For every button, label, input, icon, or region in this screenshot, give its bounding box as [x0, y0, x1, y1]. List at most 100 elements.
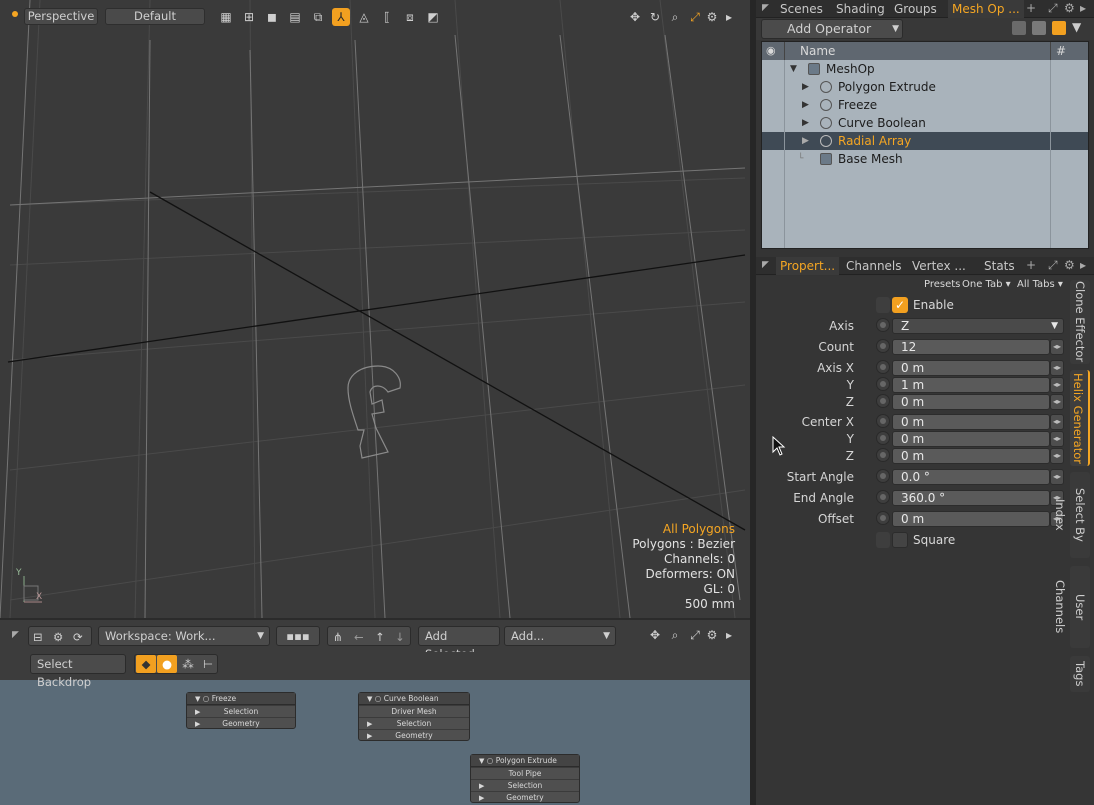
- tree-icon[interactable]: ⋔: [333, 628, 343, 646]
- center-x-field[interactable]: 0 m: [892, 414, 1050, 430]
- settings-gear-icon[interactable]: ⚙: [703, 626, 721, 644]
- viewport-menu-icon[interactable]: [12, 11, 18, 17]
- center-y-field[interactable]: 0 m: [892, 431, 1050, 447]
- bracket-icon[interactable]: ⟦: [378, 8, 396, 26]
- node-collapse-icon[interactable]: ▼: [195, 695, 200, 703]
- axis-x-field[interactable]: 0 m: [892, 360, 1050, 376]
- solid-icon[interactable]: ◼: [263, 8, 281, 26]
- axis-select[interactable]: Z ▼: [892, 318, 1064, 334]
- axis-y-anim-dot[interactable]: [876, 377, 890, 391]
- node-collapse-icon[interactable]: ▼: [367, 695, 372, 703]
- add-tab-icon[interactable]: +: [1026, 1, 1036, 15]
- fit-view-icon[interactable]: ⤢: [686, 8, 704, 26]
- layout-grid-button[interactable]: ▪▪▪: [276, 626, 320, 646]
- start-angle-stepper-icon[interactable]: ◂▸: [1050, 469, 1064, 485]
- fit-view-icon[interactable]: ⤢: [686, 626, 704, 644]
- shader-icon[interactable]: ◬: [355, 8, 373, 26]
- add-tab-icon[interactable]: +: [1026, 258, 1036, 272]
- expand-arrow-icon[interactable]: ▶: [802, 132, 809, 150]
- grid-icon[interactable]: ▦: [217, 8, 235, 26]
- visibility-eye-icon[interactable]: ◉: [766, 42, 776, 60]
- axis-y-field[interactable]: 1 m: [892, 377, 1050, 393]
- expand-arrow-icon[interactable]: ▸: [1080, 1, 1086, 15]
- schematic-view[interactable]: ◤ ⊟ ⚙ ⟳ Workspace: Work... ▼ ▪▪▪ ⋔ ← ↑ ↓…: [0, 620, 750, 805]
- axis-z-anim-dot[interactable]: [876, 394, 890, 408]
- count-anim-dot[interactable]: [876, 339, 890, 353]
- tree-row-base-mesh[interactable]: └ Base Mesh: [762, 150, 1088, 168]
- count-field[interactable]: 12: [892, 339, 1050, 355]
- axis-anim-dot[interactable]: [876, 318, 890, 332]
- move-view-icon[interactable]: ✥: [626, 8, 644, 26]
- zoom-view-icon[interactable]: ⌕: [666, 8, 684, 26]
- tree-row-polygon-extrude[interactable]: ▶ Polygon Extrude: [762, 78, 1088, 96]
- expand-icon[interactable]: ▶: [367, 730, 372, 742]
- axis-z-field[interactable]: 0 m: [892, 394, 1050, 410]
- enable-checkbox[interactable]: ✓: [892, 297, 908, 313]
- expand-arrow-icon[interactable]: ▶: [802, 114, 809, 132]
- schematic-layout-icon[interactable]: ⊟: [33, 628, 43, 646]
- side-tab-tags[interactable]: Tags: [1070, 656, 1090, 692]
- nodes-icon[interactable]: ⁂: [179, 655, 197, 673]
- end-angle-anim-dot[interactable]: [876, 490, 890, 504]
- panel-menu-icon[interactable]: ◤: [762, 3, 769, 13]
- panel-menu-icon[interactable]: ◤: [762, 260, 769, 270]
- diamond-icon[interactable]: ◆: [136, 655, 156, 673]
- expand-arrow-icon[interactable]: ▸: [720, 8, 738, 26]
- list-icon[interactable]: [1032, 21, 1046, 35]
- add-selected-button[interactable]: Add Selected: [418, 626, 500, 661]
- node-collapse-icon[interactable]: ▼: [479, 757, 484, 765]
- expand-arrow-icon[interactable]: ▶: [802, 78, 809, 96]
- axis-x-stepper-icon[interactable]: ◂▸: [1050, 360, 1064, 376]
- tree-row-curve-boolean[interactable]: ▶ Curve Boolean: [762, 114, 1088, 132]
- collapse-arrow-icon[interactable]: ▼: [790, 60, 797, 78]
- center-x-anim-dot[interactable]: [876, 414, 890, 428]
- folder-icon[interactable]: [1012, 21, 1026, 35]
- filter-icon[interactable]: ▼: [1072, 20, 1081, 34]
- select-backdrop-button[interactable]: Select Backdrop: [30, 654, 126, 689]
- axis-x-anim-dot[interactable]: [876, 360, 890, 374]
- tab-groups[interactable]: Groups: [890, 0, 941, 18]
- arrow-left-icon[interactable]: ←: [354, 628, 364, 646]
- count-stepper-icon[interactable]: ◂▸: [1050, 339, 1064, 355]
- schematic-gear-icon[interactable]: ⚙: [53, 628, 63, 646]
- enable-anim-dot[interactable]: [876, 297, 890, 313]
- 3d-viewport[interactable]: Perspective Default ▦ ⊞ ◼ ▤ ⧉ ⅄ ◬ ⟦ ⧈ ◩ …: [0, 0, 750, 618]
- one-tab-menu[interactable]: One Tab ▾: [962, 279, 1011, 290]
- offset-field[interactable]: 0 m: [892, 511, 1050, 527]
- layers-icon[interactable]: [1052, 21, 1066, 35]
- expand-arrow-icon[interactable]: ▸: [720, 626, 738, 644]
- shading-preset-button[interactable]: Default: [105, 8, 205, 25]
- box-icon[interactable]: ⧉: [309, 8, 327, 26]
- start-angle-anim-dot[interactable]: [876, 469, 890, 483]
- schematic-menu-icon[interactable]: ◤: [12, 630, 19, 640]
- arrow-down-icon[interactable]: ↓: [395, 628, 405, 646]
- tree-row-meshop[interactable]: ▼ MeshOp: [762, 60, 1088, 78]
- view-mode-button[interactable]: Perspective: [24, 8, 98, 25]
- center-z-stepper-icon[interactable]: ◂▸: [1050, 448, 1064, 464]
- node-curve-boolean[interactable]: ▼ ○ Curve Boolean Driver Mesh ▶ Selection…: [358, 692, 470, 741]
- expand-arrow-icon[interactable]: ▸: [1080, 258, 1086, 272]
- zoom-view-icon[interactable]: ⌕: [666, 626, 684, 644]
- center-z-anim-dot[interactable]: [876, 448, 890, 462]
- settings-gear-icon[interactable]: ⚙: [1064, 258, 1075, 272]
- move-view-icon[interactable]: ✥: [646, 626, 664, 644]
- center-y-anim-dot[interactable]: [876, 431, 890, 445]
- square-checkbox[interactable]: [892, 532, 908, 548]
- node-polygon-extrude[interactable]: ▼ ○ Polygon Extrude Tool Pipe ▶ Selection…: [470, 754, 580, 803]
- line-icon[interactable]: ⊢: [199, 655, 217, 673]
- axis-icon[interactable]: ⅄: [332, 8, 350, 26]
- settings-gear-icon[interactable]: ⚙: [703, 8, 721, 26]
- expand-icon[interactable]: ▶: [195, 718, 200, 730]
- tree-row-freeze[interactable]: ▶ Freeze: [762, 96, 1088, 114]
- tree-row-radial-array[interactable]: ▶ Radial Array: [762, 132, 1088, 150]
- workspace-dropdown[interactable]: Workspace: Work... ▼: [98, 626, 270, 646]
- offset-anim-dot[interactable]: [876, 511, 890, 525]
- side-tab-select-by-index[interactable]: Select By Index: [1053, 472, 1090, 558]
- center-z-field[interactable]: 0 m: [892, 448, 1050, 464]
- hash-column-header[interactable]: #: [1056, 42, 1066, 60]
- node-freeze[interactable]: ▼ ○ Freeze ▶ Selection ▶ Geometry: [186, 692, 296, 729]
- end-angle-field[interactable]: 360.0 °: [892, 490, 1050, 506]
- schematic-refresh-icon[interactable]: ⟳: [73, 628, 83, 646]
- maximize-icon[interactable]: ⤢: [1048, 258, 1058, 273]
- axis-z-stepper-icon[interactable]: ◂▸: [1050, 394, 1064, 410]
